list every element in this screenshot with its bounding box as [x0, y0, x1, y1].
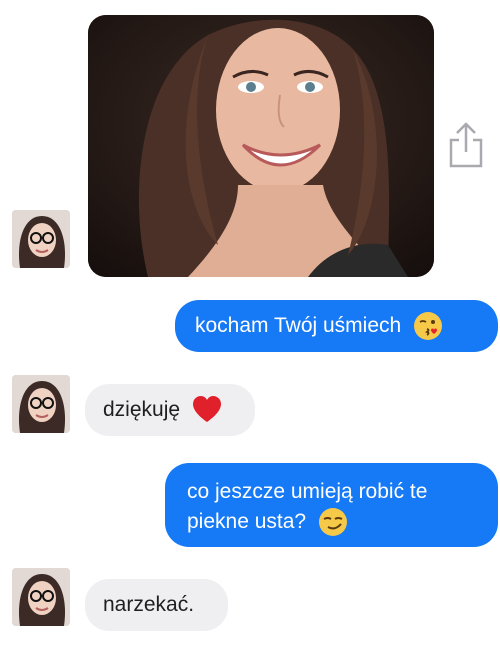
avatar-image [12, 568, 70, 626]
message-text: kocham Twój uśmiech [195, 314, 402, 337]
woman-smiling-image [88, 15, 434, 277]
share-icon [449, 122, 483, 168]
incoming-message[interactable]: dziękuję [85, 384, 255, 436]
incoming-message[interactable]: narzekać. [85, 579, 228, 631]
contact-avatar[interactable] [12, 210, 70, 268]
outgoing-message[interactable]: co jeszcze umieją robić te piekne usta? [165, 463, 498, 547]
message-text: narzekać. [103, 593, 195, 616]
outgoing-message[interactable]: kocham Twój uśmiech [175, 300, 498, 352]
smirking-face-emoji [318, 507, 348, 537]
avatar-image [12, 375, 70, 433]
red-heart-emoji [192, 395, 222, 425]
shared-photo[interactable] [88, 15, 434, 277]
kissing-face-emoji [413, 311, 443, 341]
avatar-image [12, 210, 70, 268]
contact-avatar[interactable] [12, 375, 70, 433]
message-text-line: co jeszcze umieją robić te [187, 480, 428, 503]
contact-avatar[interactable] [12, 568, 70, 626]
share-button[interactable] [447, 122, 485, 168]
message-text: dziękuję [103, 398, 181, 421]
message-text-line: piekne usta? [187, 510, 307, 533]
